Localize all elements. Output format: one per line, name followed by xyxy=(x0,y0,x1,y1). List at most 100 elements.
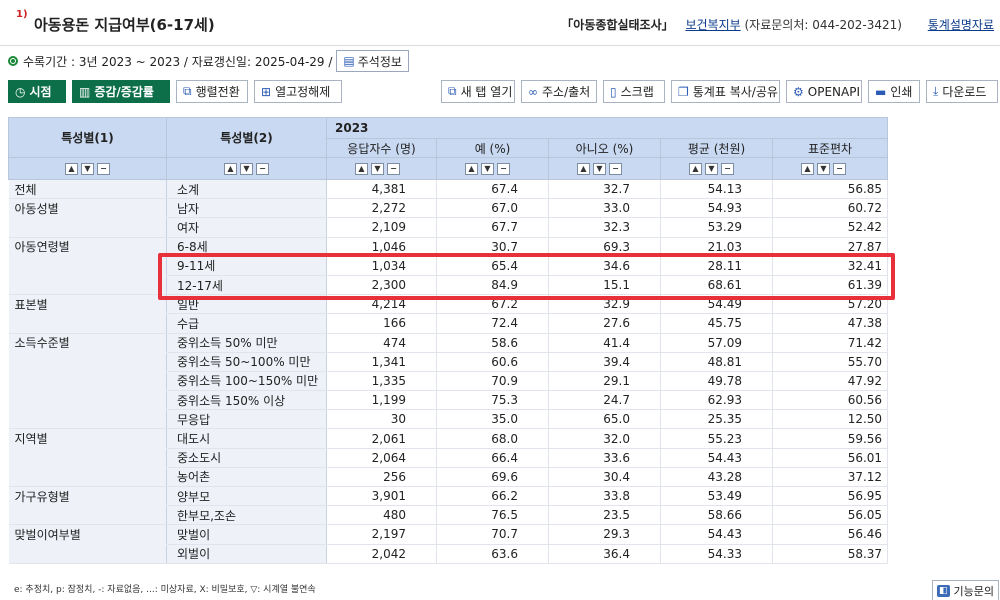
link-icon: ∞ xyxy=(528,84,538,99)
stat-info-link[interactable]: 통계설명자료 xyxy=(928,18,994,32)
sort-desc-icon[interactable]: ▼ xyxy=(817,163,830,175)
view-button[interactable]: ◷ 시점 xyxy=(8,80,66,103)
row-group-label: 가구유형별 xyxy=(8,486,167,507)
value-cell: 39.4 xyxy=(548,352,661,372)
sort-asc-icon[interactable]: ▲ xyxy=(577,163,590,175)
row-group-label: 소득수준별 xyxy=(8,333,167,353)
value-cell: 1,335 xyxy=(326,371,437,392)
row-group-label xyxy=(8,390,167,411)
sort-desc-icon[interactable]: ▼ xyxy=(371,163,384,175)
row-group-label xyxy=(8,467,167,488)
download-button[interactable]: ⤓ 다운로드 xyxy=(926,80,998,103)
sort-reset-icon[interactable]: − xyxy=(97,163,110,175)
value-header: 평균 (천원) xyxy=(660,138,773,158)
sort-desc-icon[interactable]: ▼ xyxy=(705,163,718,175)
transpose-label: 행렬전환 xyxy=(195,85,240,99)
value-cell: 28.11 xyxy=(660,256,773,276)
value-cell: 21.03 xyxy=(660,237,773,257)
sort-reset-icon[interactable]: − xyxy=(721,163,734,175)
chat-icon: ◧ xyxy=(937,585,950,597)
value-cell: 60.72 xyxy=(772,198,889,219)
value-cell: 54.33 xyxy=(660,544,773,564)
stat-table-container: 특성별(1) 특성별(2) 2023 응답자수 (명) 예 (%) 아니오 (%… xyxy=(8,116,889,564)
sort-desc-icon[interactable]: ▼ xyxy=(240,163,253,175)
sort-asc-icon[interactable]: ▲ xyxy=(465,163,478,175)
value-cell: 56.05 xyxy=(772,505,889,526)
value-cell: 63.6 xyxy=(436,544,549,564)
sort-asc-icon[interactable]: ▲ xyxy=(689,163,702,175)
value-cell: 480 xyxy=(326,505,437,526)
sort-asc-icon[interactable]: ▲ xyxy=(801,163,814,175)
row-group-label: 맞벌이여부별 xyxy=(8,524,167,545)
row-group-label: 아동성별 xyxy=(8,198,167,219)
change-rate-button[interactable]: ▥ 증감/증감률 xyxy=(72,80,170,103)
row-group-label xyxy=(8,352,167,372)
sort-desc-icon[interactable]: ▼ xyxy=(481,163,494,175)
value-cell: 69.6 xyxy=(436,467,549,488)
value-cell: 30.4 xyxy=(548,467,661,488)
copy-share-button[interactable]: ❐ 통계표 복사/공유 xyxy=(671,80,780,103)
value-cell: 67.4 xyxy=(436,179,549,200)
stat-table: 특성별(1) 특성별(2) 2023 응답자수 (명) 예 (%) 아니오 (%… xyxy=(8,116,889,564)
value-cell: 58.6 xyxy=(436,333,549,353)
value-cell: 72.4 xyxy=(436,313,549,334)
value-cell: 67.2 xyxy=(436,294,549,315)
openapi-button[interactable]: ⚙ OPENAPI xyxy=(786,80,862,103)
sort-desc-icon[interactable]: ▼ xyxy=(593,163,606,175)
sort-asc-icon[interactable]: ▲ xyxy=(224,163,237,175)
value-cell: 24.7 xyxy=(548,390,661,411)
print-button[interactable]: ▬ 인쇄 xyxy=(868,80,920,103)
sort-reset-icon[interactable]: − xyxy=(609,163,622,175)
function-inquiry-button[interactable]: ◧ 기능문의 xyxy=(932,580,999,600)
row-sub-label: 남자 xyxy=(166,198,327,219)
row-sub-label: 9-11세 xyxy=(166,256,327,276)
new-tab-button[interactable]: ⧉ 새 탭 열기 xyxy=(441,80,515,103)
value-cell: 54.43 xyxy=(660,448,773,468)
value-cell: 68.0 xyxy=(436,428,549,449)
sort-asc-icon[interactable]: ▲ xyxy=(355,163,368,175)
sort-controls: ▲ ▼ − xyxy=(660,157,773,180)
chart-icon: ▥ xyxy=(79,84,91,99)
table-row: 가구유형별 양부모 3,901 66.2 33.8 53.49 56.95 xyxy=(8,486,889,507)
row-sub-label: 수급 xyxy=(166,313,327,334)
address-source-button[interactable]: ∞ 주소/출처 xyxy=(521,80,597,103)
sort-reset-icon[interactable]: − xyxy=(387,163,400,175)
row-sub-label: 12-17세 xyxy=(166,275,327,296)
value-cell: 66.2 xyxy=(436,486,549,507)
value-cell: 58.37 xyxy=(772,544,889,564)
period-text: 수록기간 : 3년 2023 ~ 2023 / 자료갱신일: 2025-04-2… xyxy=(23,54,333,69)
survey-name: 「아동종합실태조사」 xyxy=(561,18,674,32)
value-cell: 59.56 xyxy=(772,428,889,449)
value-cell: 67.7 xyxy=(436,217,549,238)
value-cell: 68.61 xyxy=(660,275,773,296)
value-cell: 2,109 xyxy=(326,217,437,238)
value-header: 아니오 (%) xyxy=(548,138,661,158)
value-cell: 49.78 xyxy=(660,371,773,392)
row-sub-label: 중위소득 100~150% 미만 xyxy=(166,371,327,392)
row-group-label: 전체 xyxy=(8,179,167,200)
sort-reset-icon[interactable]: − xyxy=(256,163,269,175)
scrap-label: 스크랩 xyxy=(620,85,654,99)
value-cell: 25.35 xyxy=(660,409,773,430)
ministry-link[interactable]: 보건복지부 xyxy=(685,18,740,32)
sort-desc-icon[interactable]: ▼ xyxy=(81,163,94,175)
table-row: 농어촌 256 69.6 30.4 43.28 37.12 xyxy=(8,467,889,488)
sort-reset-icon[interactable]: − xyxy=(497,163,510,175)
value-cell: 76.5 xyxy=(436,505,549,526)
value-cell: 47.92 xyxy=(772,371,889,392)
value-cell: 32.41 xyxy=(772,256,889,276)
sort-controls: ▲ ▼ − xyxy=(326,157,437,180)
sort-controls: ▲ ▼ − xyxy=(548,157,661,180)
row-sub-label: 대도시 xyxy=(166,428,327,449)
unfix-columns-button[interactable]: ⊞ 열고정해제 xyxy=(254,80,342,103)
note-button[interactable]: ▤ 주석정보 xyxy=(336,50,409,72)
sort-asc-icon[interactable]: ▲ xyxy=(65,163,78,175)
download-label: 다운로드 xyxy=(942,85,987,99)
sort-reset-icon[interactable]: − xyxy=(833,163,846,175)
printer-icon: ▬ xyxy=(875,84,887,99)
value-cell: 166 xyxy=(326,313,437,334)
table-row: 맞벌이여부별 맞벌이 2,197 70.7 29.3 54.43 56.46 xyxy=(8,524,889,545)
table-row: 중위소득 150% 이상 1,199 75.3 24.7 62.93 60.56 xyxy=(8,390,889,411)
transpose-button[interactable]: ⧉ 행렬전환 xyxy=(176,80,248,103)
scrap-button[interactable]: ▯ 스크랩 xyxy=(603,80,665,103)
